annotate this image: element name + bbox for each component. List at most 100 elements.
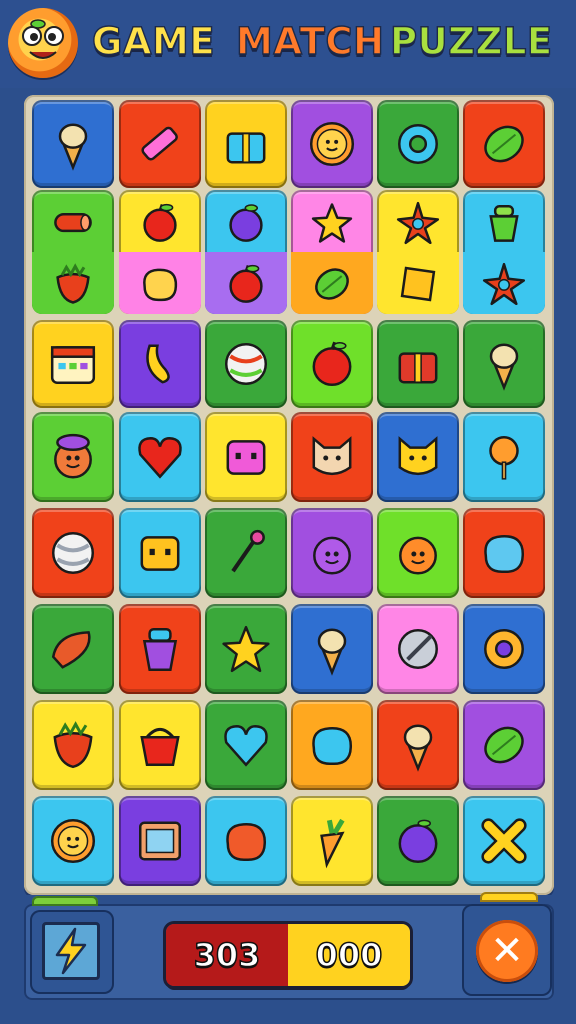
board-tile[interactable]	[377, 604, 459, 694]
board-tile[interactable]	[205, 796, 287, 886]
board-tile[interactable]	[119, 100, 201, 188]
donut-icon	[392, 118, 444, 174]
watermelon-icon	[478, 118, 530, 174]
plum-icon	[224, 201, 268, 249]
apple-icon	[138, 201, 182, 249]
board-tile[interactable]	[377, 508, 459, 598]
board-tile[interactable]	[32, 412, 114, 502]
flower-stem-icon	[220, 527, 272, 583]
board-tile[interactable]	[463, 412, 545, 502]
present-icon	[392, 338, 444, 394]
ice-cream-cone-icon	[306, 623, 358, 679]
board-tile[interactable]	[205, 190, 287, 314]
board-tile[interactable]	[32, 190, 114, 314]
robot-box-icon	[134, 527, 186, 583]
cat-face-icon	[392, 431, 444, 487]
board-tile[interactable]	[463, 796, 545, 886]
cracker-icon	[396, 262, 440, 310]
leaf-icon	[310, 262, 354, 310]
board-tile[interactable]	[291, 190, 373, 314]
leaf-icon	[478, 719, 530, 775]
game-board	[24, 95, 554, 895]
sun-face-icon	[47, 815, 99, 871]
board-tile[interactable]	[119, 700, 201, 790]
title-word-puzzle: PUZZLE	[389, 19, 553, 63]
score-right-panel: 000	[288, 924, 410, 986]
close-tab	[480, 892, 538, 902]
chili-pepper-icon	[47, 623, 99, 679]
star-icon	[220, 623, 272, 679]
board-tile[interactable]	[291, 100, 373, 188]
board-tile[interactable]	[119, 412, 201, 502]
chef-face-icon	[47, 431, 99, 487]
smiley-face-icon	[392, 527, 444, 583]
board-tile[interactable]	[119, 796, 201, 886]
heart-icon	[220, 719, 272, 775]
title-word-game: GAME	[91, 19, 216, 63]
board-tile[interactable]	[463, 604, 545, 694]
board-tile[interactable]	[377, 190, 459, 314]
board-tile[interactable]	[32, 700, 114, 790]
board-tile[interactable]	[377, 412, 459, 502]
ice-cream-cone-icon	[478, 338, 530, 394]
gift-box-icon	[220, 118, 272, 174]
basket-icon	[134, 719, 186, 775]
calendar-icon	[47, 338, 99, 394]
robot-face-icon	[220, 431, 272, 487]
power-up-button[interactable]	[30, 896, 114, 994]
board-tile[interactable]	[463, 320, 545, 408]
board-tile[interactable]	[291, 412, 373, 502]
board-tile[interactable]	[291, 604, 373, 694]
apple-icon	[224, 262, 268, 310]
x-cross-icon	[478, 815, 530, 871]
close-button[interactable]: ✕	[462, 892, 552, 996]
cup-icon	[134, 623, 186, 679]
starfish-icon	[396, 201, 440, 249]
board-tile[interactable]	[463, 700, 545, 790]
board-tile[interactable]	[32, 796, 114, 886]
header: GAME MATCH PUZZLE	[0, 0, 576, 88]
board-tile[interactable]	[291, 320, 373, 408]
board-tile[interactable]	[32, 100, 114, 188]
star-cookie-icon	[310, 201, 354, 249]
board-tile[interactable]	[119, 508, 201, 598]
score-left-panel: 303	[166, 924, 288, 986]
board-tile[interactable]	[205, 700, 287, 790]
board-tile[interactable]	[377, 100, 459, 188]
apple-icon	[306, 338, 358, 394]
board-tile[interactable]	[32, 508, 114, 598]
board-tile[interactable]	[32, 604, 114, 694]
beach-ball-icon	[47, 527, 99, 583]
board-tile[interactable]	[205, 100, 287, 188]
board-tile[interactable]	[463, 508, 545, 598]
score-display: 303 000	[166, 924, 410, 986]
board-tile[interactable]	[377, 700, 459, 790]
smiling-sun-mascot-icon	[8, 8, 78, 78]
board-tile[interactable]	[291, 508, 373, 598]
sun-face-icon	[306, 118, 358, 174]
board-tile[interactable]	[119, 604, 201, 694]
board-tile[interactable]	[205, 320, 287, 408]
strawberry-face-icon	[47, 719, 99, 775]
candy-blob-icon	[220, 815, 272, 871]
board-tile[interactable]	[377, 320, 459, 408]
board-tile[interactable]	[377, 796, 459, 886]
board-tile[interactable]	[119, 320, 201, 408]
carrot-icon	[306, 815, 358, 871]
board-tile[interactable]	[291, 700, 373, 790]
power-up-tab	[32, 896, 98, 906]
board-tile[interactable]	[463, 190, 545, 314]
board-tile[interactable]	[205, 604, 287, 694]
board-tile[interactable]	[205, 508, 287, 598]
strawberry-icon	[51, 262, 95, 310]
board-tile[interactable]	[119, 190, 201, 314]
board-tile[interactable]	[291, 796, 373, 886]
spiky-fruit-icon	[482, 262, 526, 310]
compass-icon	[392, 623, 444, 679]
board-tile[interactable]	[463, 100, 545, 188]
board-tile[interactable]	[32, 320, 114, 408]
ball-icon	[220, 338, 272, 394]
potato-icon	[138, 262, 182, 310]
board-tile[interactable]	[205, 412, 287, 502]
close-glyph: ✕	[490, 928, 524, 974]
